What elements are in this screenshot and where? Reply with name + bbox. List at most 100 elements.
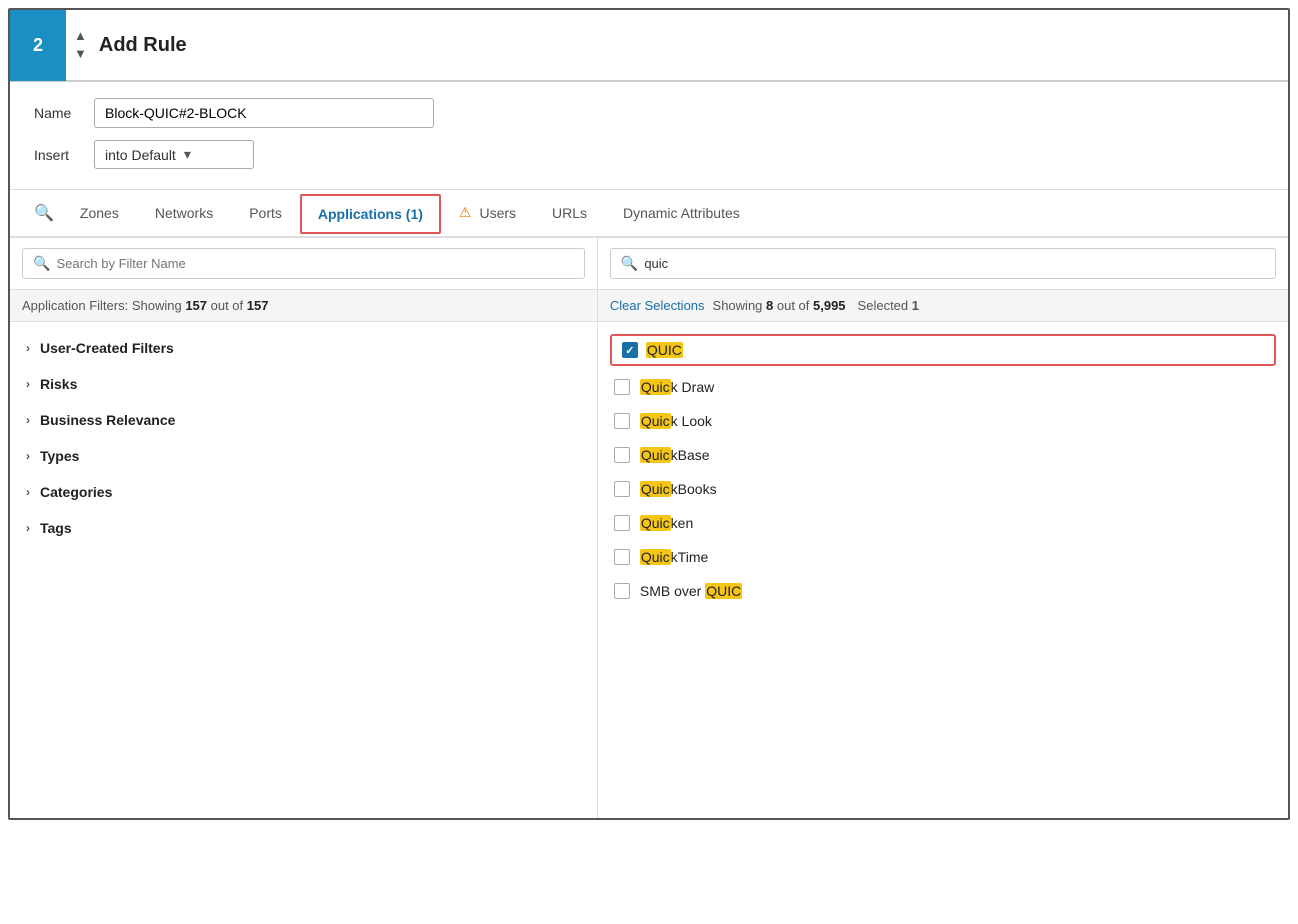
- highlight-quic: QUIC: [646, 342, 683, 358]
- app-item-quicktime[interactable]: QuickTime: [598, 540, 1288, 574]
- chevron-right-icon: ›: [26, 521, 30, 535]
- arrow-down-button[interactable]: ▼: [74, 45, 87, 63]
- filter-search-row: 🔍: [10, 238, 597, 290]
- tab-users[interactable]: ⚠ Users: [441, 190, 534, 238]
- page-title: Add Rule: [99, 34, 187, 57]
- tab-applications-label: Applications (1): [318, 206, 423, 222]
- filter-tags[interactable]: › Tags: [10, 510, 597, 546]
- app-item-smb-over-quic[interactable]: SMB over QUIC: [598, 574, 1288, 608]
- filter-categories-label: Categories: [40, 484, 112, 500]
- checkbox-quick-draw[interactable]: [614, 379, 630, 395]
- tab-zones[interactable]: Zones: [62, 191, 137, 238]
- highlight-quickbooks: Quic: [640, 481, 671, 497]
- filter-types[interactable]: › Types: [10, 438, 597, 474]
- tab-dynamic-attributes-label: Dynamic Attributes: [623, 205, 740, 221]
- filter-categories[interactable]: › Categories: [10, 474, 597, 510]
- filter-tags-label: Tags: [40, 520, 72, 536]
- highlight-quick-draw: Quic: [640, 379, 671, 395]
- filter-business-relevance-label: Business Relevance: [40, 412, 175, 428]
- checkbox-smb-over-quic[interactable]: [614, 583, 630, 599]
- form-area: Name Insert into Default ▾: [10, 82, 1288, 190]
- app-name-smb-over-quic: SMB over QUIC: [640, 583, 742, 599]
- tab-users-label: Users: [479, 205, 516, 221]
- main-content: 🔍 Application Filters: Showing 157 out o…: [10, 238, 1288, 818]
- tab-ports[interactable]: Ports: [231, 191, 300, 238]
- main-container: 2 ▲ ▼ Add Rule Name Insert into Default …: [8, 8, 1290, 820]
- tab-applications[interactable]: Applications (1): [300, 194, 441, 234]
- chevron-right-icon: ›: [26, 377, 30, 391]
- app-name-quick-draw: Quick Draw: [640, 379, 714, 395]
- name-row: Name: [34, 98, 1264, 128]
- name-label: Name: [34, 105, 94, 121]
- highlight-smb-over-quic: QUIC: [705, 583, 742, 599]
- app-name-quickbooks: QuickBooks: [640, 481, 717, 497]
- tab-networks[interactable]: Networks: [137, 191, 231, 238]
- right-panel: 🔍 Clear Selections Showing 8 out of 5,99…: [598, 238, 1288, 818]
- highlight-quicken: Quic: [640, 515, 671, 531]
- app-search-input[interactable]: [644, 256, 1265, 271]
- highlight-quicktime: Quic: [640, 549, 671, 565]
- left-panel: 🔍 Application Filters: Showing 157 out o…: [10, 238, 598, 818]
- app-name-quicktime: QuickTime: [640, 549, 708, 565]
- checkbox-quicken[interactable]: [614, 515, 630, 531]
- app-item-quicken[interactable]: Quicken: [598, 506, 1288, 540]
- app-name-quick-look: Quick Look: [640, 413, 712, 429]
- filter-search-input[interactable]: [56, 256, 573, 271]
- showing-count-text: Showing 8 out of 5,995: [713, 298, 846, 313]
- checkbox-quicktime[interactable]: [614, 549, 630, 565]
- arrow-up-button[interactable]: ▲: [74, 27, 87, 45]
- insert-label: Insert: [34, 147, 94, 163]
- chevron-right-icon: ›: [26, 341, 30, 355]
- app-search-row: 🔍: [598, 238, 1288, 290]
- filter-risks[interactable]: › Risks: [10, 366, 597, 402]
- checkbox-quickbase[interactable]: [614, 447, 630, 463]
- filter-count-text: Application Filters: Showing 157 out of …: [22, 298, 268, 313]
- tab-zones-label: Zones: [80, 205, 119, 221]
- app-search-icon: 🔍: [621, 255, 638, 272]
- checkbox-quic[interactable]: [622, 342, 638, 358]
- filter-types-label: Types: [40, 448, 79, 464]
- filter-risks-label: Risks: [40, 376, 77, 392]
- insert-value: into Default: [105, 147, 176, 163]
- name-input[interactable]: [94, 98, 434, 128]
- filter-list: › User-Created Filters › Risks › Busines…: [10, 322, 597, 818]
- tab-urls-label: URLs: [552, 205, 587, 221]
- filter-user-created[interactable]: › User-Created Filters: [10, 330, 597, 366]
- header: 2 ▲ ▼ Add Rule: [10, 10, 1288, 82]
- header-nav: ▲ ▼: [74, 27, 87, 63]
- checkbox-quickbooks[interactable]: [614, 481, 630, 497]
- chevron-right-icon: ›: [26, 449, 30, 463]
- tab-ports-label: Ports: [249, 205, 282, 221]
- app-item-quic[interactable]: QUIC: [610, 334, 1276, 366]
- insert-row: Insert into Default ▾: [34, 140, 1264, 169]
- tab-dynamic-attributes[interactable]: Dynamic Attributes: [605, 191, 758, 238]
- clear-selections-button[interactable]: Clear Selections: [610, 298, 705, 313]
- tab-search-icon[interactable]: 🔍: [26, 189, 62, 237]
- selected-count-text: Selected 1: [858, 298, 919, 313]
- filter-count-row: Application Filters: Showing 157 out of …: [10, 290, 597, 322]
- app-header-row: Clear Selections Showing 8 out of 5,995 …: [598, 290, 1288, 322]
- chevron-down-icon: ▾: [184, 146, 191, 163]
- filter-user-created-label: User-Created Filters: [40, 340, 174, 356]
- tabs-bar: 🔍 Zones Networks Ports Applications (1) …: [10, 190, 1288, 238]
- highlight-quick-look: Quic: [640, 413, 671, 429]
- app-item-quickbooks[interactable]: QuickBooks: [598, 472, 1288, 506]
- chevron-right-icon: ›: [26, 485, 30, 499]
- app-name-quic: QUIC: [646, 342, 683, 358]
- filter-business-relevance[interactable]: › Business Relevance: [10, 402, 597, 438]
- app-item-quick-look[interactable]: Quick Look: [598, 404, 1288, 438]
- filter-search-box[interactable]: 🔍: [22, 248, 585, 279]
- chevron-right-icon: ›: [26, 413, 30, 427]
- app-search-box[interactable]: 🔍: [610, 248, 1276, 279]
- app-name-quicken: Quicken: [640, 515, 693, 531]
- app-item-quick-draw[interactable]: Quick Draw: [598, 370, 1288, 404]
- checkbox-quick-look[interactable]: [614, 413, 630, 429]
- tab-urls[interactable]: URLs: [534, 191, 605, 238]
- filter-search-icon: 🔍: [33, 255, 50, 272]
- app-name-quickbase: QuickBase: [640, 447, 710, 463]
- insert-dropdown[interactable]: into Default ▾: [94, 140, 254, 169]
- step-badge: 2: [10, 9, 66, 81]
- app-item-quickbase[interactable]: QuickBase: [598, 438, 1288, 472]
- highlight-quickbase: Quic: [640, 447, 671, 463]
- app-list: QUIC Quick Draw Quick Look: [598, 322, 1288, 818]
